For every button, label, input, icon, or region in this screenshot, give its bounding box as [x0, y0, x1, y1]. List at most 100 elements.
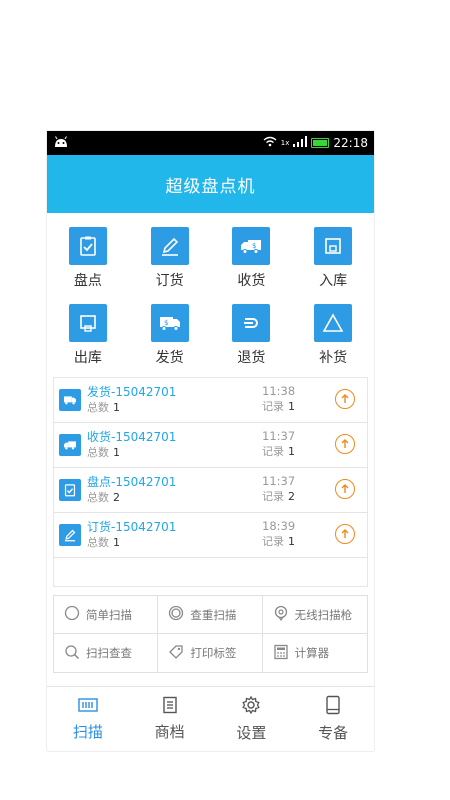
tool-simple-scan[interactable]: 简单扫描: [54, 596, 159, 634]
tool-label: 无线扫描枪: [294, 607, 353, 622]
record-time: 11:37: [262, 474, 296, 488]
inbox-icon: [314, 227, 353, 265]
record-count: 1: [288, 535, 295, 548]
outbox-icon: [68, 304, 107, 342]
truck-send-icon: [59, 389, 81, 411]
tag-icon: [168, 644, 184, 663]
tile-buhuo[interactable]: 补货: [292, 304, 374, 367]
bottom-nav: 扫描 商档 设置 专备: [47, 686, 374, 751]
tile-label: 补货: [319, 350, 348, 366]
tile-label: 出库: [73, 350, 102, 366]
record-row[interactable]: 订货-15042701 总数 1 18:39 记录 1: [54, 513, 367, 558]
tool-calculator[interactable]: 计算器: [263, 634, 367, 672]
tool-label: 计算器: [294, 646, 330, 660]
wifi-icon: [263, 136, 277, 150]
clock: 22:18: [333, 136, 368, 150]
double-circle-icon: [168, 605, 184, 624]
pen-icon: [150, 227, 189, 265]
nav-scan[interactable]: 扫描: [47, 687, 129, 751]
scanner-icon: [273, 605, 289, 624]
network-label: 1x: [280, 139, 290, 147]
tool-scan-search[interactable]: 扫扫查查: [54, 634, 159, 672]
tile-chuku[interactable]: 出库: [47, 304, 129, 367]
signal-icon: [293, 136, 308, 150]
tool-print-label[interactable]: 打印标签: [158, 634, 263, 672]
nav-products[interactable]: 商档: [129, 687, 211, 751]
tile-label: 订货: [155, 273, 184, 289]
record-title: 发货-15042701: [87, 385, 177, 399]
battery-icon: [311, 138, 330, 148]
status-bar: 1x 22:18: [47, 131, 374, 155]
record-title: 收货-15042701: [87, 430, 177, 444]
upload-icon[interactable]: [335, 434, 355, 454]
record-count: 1: [288, 445, 295, 458]
barcode-icon: [77, 696, 99, 718]
tile-pandian[interactable]: 盘点: [47, 227, 129, 290]
record-list: 发货-15042701 总数 1 11:38 记录 1 收货-15042701 总数…: [53, 377, 368, 587]
record-total-label: 总数: [87, 446, 109, 459]
svg-text:$: $: [164, 319, 168, 327]
record-time: 18:39: [262, 519, 296, 533]
return-icon: [232, 304, 271, 342]
document-icon: [161, 696, 179, 718]
tool-label: 查重扫描: [190, 607, 237, 622]
nav-settings[interactable]: 设置: [211, 687, 293, 751]
function-grid: 盘点 订货 $ 收货 入库 出库 $ 发货 退货 补货: [47, 213, 374, 377]
upload-icon[interactable]: [335, 524, 355, 544]
tool-label: 简单扫描: [86, 607, 132, 622]
record-count-label: 记录: [262, 490, 284, 503]
record-total-label: 总数: [87, 536, 109, 549]
circle-icon: [64, 605, 80, 624]
record-time: 11:38: [262, 384, 296, 398]
tool-duplicate-scan[interactable]: 查重扫描: [158, 596, 263, 634]
triangle-icon: [314, 304, 353, 342]
tile-label: 盘点: [73, 273, 102, 289]
pen-icon: [59, 524, 81, 546]
truck-receive-icon: $: [232, 227, 271, 265]
tool-label: 扫扫查查: [86, 646, 132, 660]
tile-label: 入库: [319, 273, 348, 289]
record-time: 11:37: [262, 429, 296, 443]
upload-icon[interactable]: [335, 479, 355, 499]
tool-grid: 简单扫描 查重扫描 无线扫描枪 扫扫查查 打印标签 计算器: [53, 595, 368, 673]
upload-icon[interactable]: [335, 389, 355, 409]
nav-device[interactable]: 专备: [292, 687, 374, 751]
record-total-label: 总数: [87, 491, 109, 504]
record-total: 1: [113, 401, 120, 414]
tile-label: 发货: [155, 350, 184, 366]
nav-label: 设置: [236, 724, 267, 742]
record-total: 2: [113, 491, 120, 504]
record-row[interactable]: 发货-15042701 总数 1 11:38 记录 1: [54, 378, 367, 423]
record-count-label: 记录: [262, 535, 284, 548]
calculator-icon: [273, 644, 289, 663]
tool-label: 打印标签: [190, 646, 237, 660]
tool-wireless-scanner[interactable]: 无线扫描枪: [262, 596, 367, 634]
record-title: 订货-15042701: [87, 520, 177, 534]
search-icon: [64, 644, 80, 663]
tile-ruku[interactable]: 入库: [292, 227, 374, 290]
tile-shouhuo[interactable]: $ 收货: [211, 227, 293, 290]
nav-label: 专备: [318, 724, 349, 742]
tile-label: 退货: [237, 350, 266, 366]
tile-dinghuo[interactable]: 订货: [129, 227, 211, 290]
record-count: 1: [288, 400, 295, 413]
tile-fahuo[interactable]: $ 发货: [129, 304, 211, 367]
device-icon: [325, 695, 341, 719]
truck-send-icon: $: [150, 304, 189, 342]
tile-label: 收货: [237, 273, 266, 289]
tile-tuihuo[interactable]: 退货: [211, 304, 293, 367]
record-total: 1: [113, 536, 120, 549]
record-row[interactable]: 收货-15042701 总数 1 11:37 记录 1: [54, 423, 367, 468]
phone-screen: 1x 22:18 超级盘点机 盘点 订货 $ 收货 入库 出库 $ 发货 退货 …: [47, 131, 374, 751]
record-total: 1: [113, 446, 120, 459]
record-count-label: 记录: [262, 445, 284, 458]
record-row[interactable]: 盘点-15042701 总数 2 11:37 记录 2: [54, 468, 367, 513]
record-count: 2: [288, 490, 295, 503]
record-title: 盘点-15042701: [87, 475, 177, 489]
nav-label: 扫描: [72, 723, 103, 741]
record-count-label: 记录: [262, 400, 284, 413]
clipboard-check-icon: [68, 227, 107, 265]
nav-label: 商档: [154, 723, 185, 741]
gear-icon: [241, 695, 261, 719]
android-icon: [53, 135, 69, 151]
